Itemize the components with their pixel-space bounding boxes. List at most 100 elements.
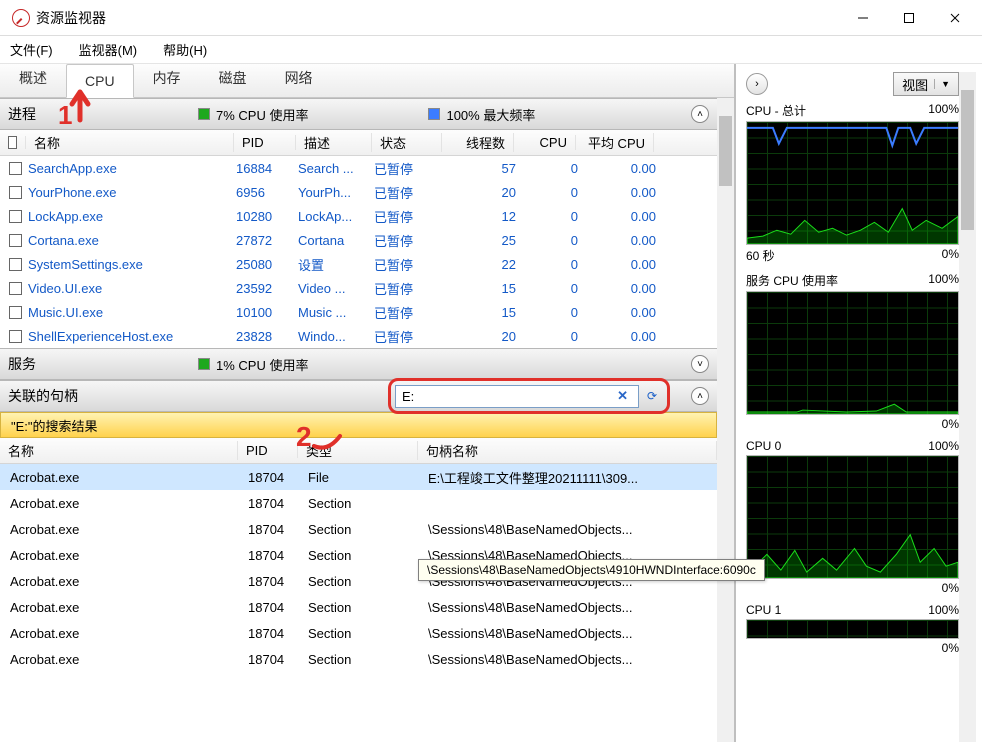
process-row[interactable]: Cortana.exe27872Cortana已暂停2500.00 [0,228,717,252]
row-checkbox[interactable] [9,306,22,319]
select-all-checkbox[interactable] [8,136,17,149]
proc-cpu: 0 [516,233,578,248]
col-status[interactable]: 状态 [372,133,442,152]
handle-type: Section [300,548,420,563]
row-checkbox[interactable] [9,330,22,343]
hcol-pid[interactable]: PID [238,443,298,458]
handle-name: Acrobat.exe [2,600,240,615]
handle-pid: 18704 [240,496,300,511]
handle-row[interactable]: Acrobat.exe18704Section\Sessions\48\Base… [0,620,717,646]
process-row[interactable]: Video.UI.exe23592Video ...已暂停1500.00 [0,276,717,300]
handle-name: Acrobat.exe [2,652,240,667]
tab-disk[interactable]: 磁盘 [200,59,266,97]
proc-status: 已暂停 [374,279,444,298]
search-clear-icon[interactable]: ✕ [613,388,632,404]
chevron-down-icon: ▼ [934,79,950,89]
row-checkbox[interactable] [9,162,22,175]
proc-avg: 0.00 [578,161,656,176]
handles-collapse-button[interactable]: ˄ [691,387,709,405]
tab-cpu[interactable]: CPU [66,64,134,98]
handles-search-highlight: E: ✕ ⟳ [388,378,670,414]
panel-back-button[interactable]: › [746,73,768,95]
proc-avg: 0.00 [578,209,656,224]
row-checkbox[interactable] [9,234,22,247]
proc-threads: 57 [444,161,516,176]
services-expand-button[interactable]: ˅ [691,355,709,373]
proc-cpu: 0 [516,185,578,200]
process-row[interactable]: SearchApp.exe16884Search ...已暂停5700.00 [0,156,717,180]
handle-name: Acrobat.exe [2,470,240,485]
menu-file[interactable]: 文件(F) [4,38,59,61]
right-scrollbar[interactable] [959,72,976,742]
proc-threads: 15 [444,281,516,296]
processes-table: 名称 PID 描述 状态 线程数 CPU 平均 CPU SearchApp.ex… [0,130,717,348]
proc-name: LockApp.exe [28,209,236,224]
handle-row[interactable]: Acrobat.exe18704Section [0,490,717,516]
col-cpu[interactable]: CPU [514,135,576,150]
processes-section-header[interactable]: 进程 7% CPU 使用率 100% 最大频率 ˄ [0,98,717,130]
row-checkbox[interactable] [9,186,22,199]
tab-network[interactable]: 网络 [266,59,332,97]
proc-name: Music.UI.exe [28,305,236,320]
handle-pid: 18704 [240,522,300,537]
window-close-button[interactable] [932,2,978,34]
handle-name: Acrobat.exe [2,548,240,563]
process-row[interactable]: YourPhone.exe6956YourPh...已暂停2000.00 [0,180,717,204]
handles-section-header[interactable]: 关联的句柄 E: ✕ ⟳ ˄ [0,380,717,412]
process-row[interactable]: LockApp.exe10280LockAp...已暂停1200.00 [0,204,717,228]
tooltip: \Sessions\48\BaseNamedObjects\4910HWNDIn… [418,559,765,581]
search-refresh-icon[interactable]: ⟳ [641,385,663,407]
window-maximize-button[interactable] [886,2,932,34]
window-minimize-button[interactable] [840,2,886,34]
menu-monitor[interactable]: 监视器(M) [73,38,144,61]
hcol-type[interactable]: 类型 [298,441,418,460]
proc-cpu: 0 [516,329,578,344]
services-section-header[interactable]: 服务 1% CPU 使用率 ˅ [0,348,717,380]
proc-desc: 设置 [298,255,374,274]
handle-pid: 18704 [240,574,300,589]
menu-help[interactable]: 帮助(H) [157,38,213,61]
handle-row[interactable]: Acrobat.exe18704Section\Sessions\48\Base… [0,646,717,672]
col-avgcpu[interactable]: 平均 CPU [576,133,654,152]
col-name[interactable]: 名称 [26,133,234,152]
handle-row[interactable]: Acrobat.exe18704FileE:\工程竣工文件整理20211111\… [0,464,717,490]
proc-name: SearchApp.exe [28,161,236,176]
row-checkbox[interactable] [9,258,22,271]
handle-row[interactable]: Acrobat.exe18704Section\Sessions\48\Base… [0,594,717,620]
hcol-handlename[interactable]: 句柄名称 [418,441,717,460]
handle-type: File [300,470,420,485]
chart-title: CPU 0 [746,439,781,453]
processes-collapse-button[interactable]: ˄ [691,105,709,123]
process-row[interactable]: ShellExperienceHost.exe23828Windo...已暂停2… [0,324,717,348]
max-freq-swatch-icon [428,108,440,120]
proc-pid: 27872 [236,233,298,248]
process-row[interactable]: SystemSettings.exe25080设置已暂停2200.00 [0,252,717,276]
col-pid[interactable]: PID [234,135,296,150]
proc-status: 已暂停 [374,255,444,274]
proc-threads: 15 [444,305,516,320]
col-desc[interactable]: 描述 [296,133,372,152]
proc-name: YourPhone.exe [28,185,236,200]
chart-1: 服务 CPU 使用率100%0% [746,272,959,431]
hcol-name[interactable]: 名称 [0,441,238,460]
handle-row[interactable]: Acrobat.exe18704Section\Sessions\48\Base… [0,516,717,542]
handle-pid: 18704 [240,470,300,485]
process-row[interactable]: Music.UI.exe10100Music ...已暂停1500.00 [0,300,717,324]
proc-avg: 0.00 [578,185,656,200]
proc-cpu: 0 [516,209,578,224]
proc-threads: 20 [444,329,516,344]
left-scrollbar[interactable] [717,98,734,742]
chart-max: 100% [928,603,959,617]
row-checkbox[interactable] [9,210,22,223]
window-title: 资源监视器 [36,8,840,28]
handle-hname: \Sessions\48\BaseNamedObjects... [420,600,717,615]
handle-name: Acrobat.exe [2,626,240,641]
row-checkbox[interactable] [9,282,22,295]
view-dropdown[interactable]: 视图 ▼ [893,72,959,96]
handle-name: Acrobat.exe [2,522,240,537]
col-threads[interactable]: 线程数 [442,133,514,152]
tab-memory[interactable]: 内存 [134,59,200,97]
handle-type: Section [300,652,420,667]
tab-overview[interactable]: 概述 [0,59,66,97]
handles-search-input[interactable]: E: ✕ [395,385,639,408]
